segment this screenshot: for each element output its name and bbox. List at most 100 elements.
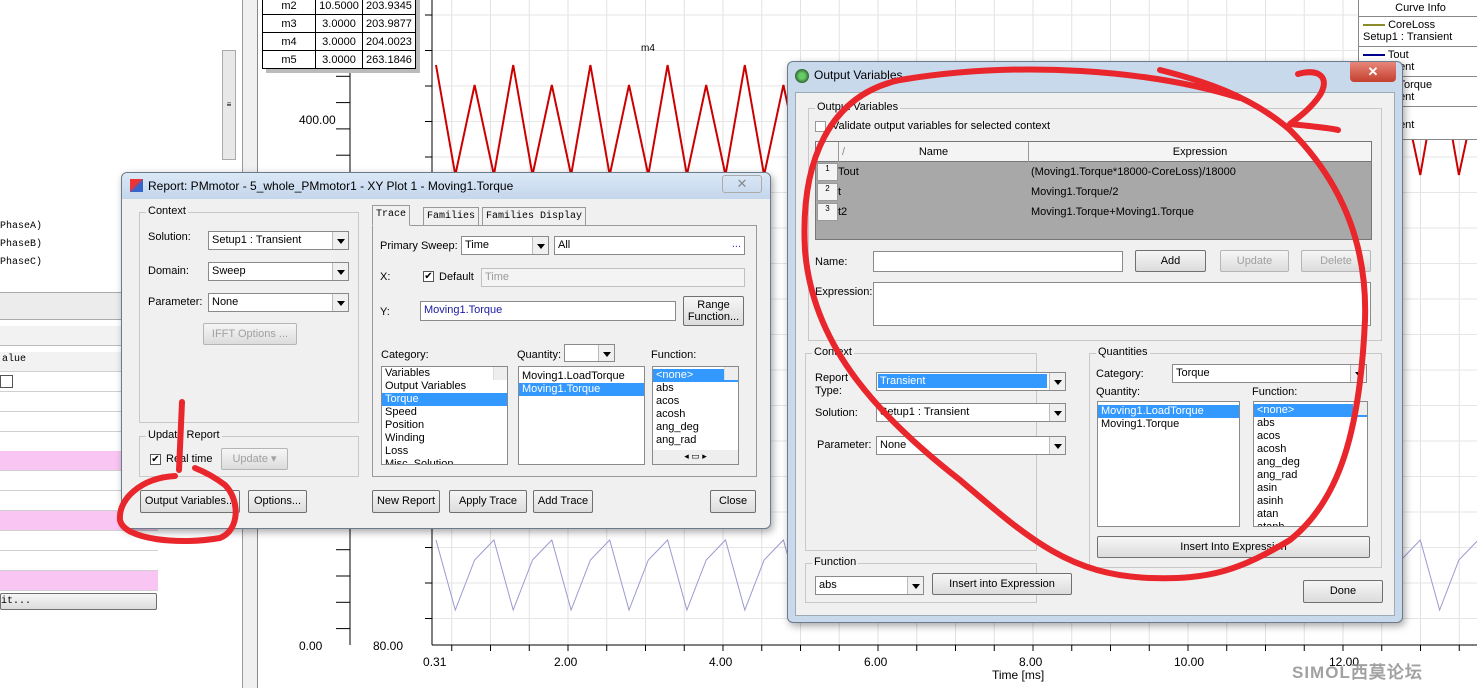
output-title-bar[interactable]: Output Variables ✕ [788, 62, 1402, 90]
horizontal-scrollbar[interactable]: ◂ ▭ ▸ [653, 450, 738, 464]
tab-families-display[interactable]: Families Display [482, 207, 587, 226]
column-expression[interactable]: Expression [1029, 142, 1371, 162]
list-item[interactable]: Moving1.Torque [519, 383, 644, 396]
close-icon[interactable]: ✕ [722, 175, 762, 193]
function-list[interactable]: <none> abs acos acosh ang_deg ang_rad asin asin… [1253, 401, 1368, 527]
list-item[interactable]: asinh [1254, 495, 1367, 508]
tab-trace[interactable]: Trace [372, 205, 411, 226]
done-button[interactable]: Done [1303, 580, 1383, 603]
list-item[interactable]: Winding [382, 432, 507, 445]
marker-row: m2 10.5000 203.9345 [262, 0, 416, 15]
list-item[interactable]: abs [1254, 417, 1367, 430]
list-item[interactable]: acos [653, 395, 738, 408]
report-title-bar[interactable]: Report: PMmotor - 5_whole_PMmotor1 - XY … [122, 173, 770, 199]
marker-row: m4 3.0000 204.0023 [262, 32, 416, 51]
x-tick-label: 10.00 [1174, 655, 1205, 669]
list-item[interactable]: Loss [382, 445, 507, 458]
quantity-list[interactable]: Moving1.LoadTorque Moving1.Torque [518, 366, 645, 465]
new-report-button[interactable]: New Report [372, 490, 440, 513]
list-item[interactable]: asin [1254, 482, 1367, 495]
phase-c: PhaseC) [0, 257, 43, 268]
list-item[interactable]: Speed [382, 406, 507, 419]
chevron-down-icon [598, 345, 614, 361]
ifft-options-button[interactable]: IFFT Options ... [203, 323, 297, 345]
list-item[interactable]: acos [1254, 430, 1367, 443]
ellipsis-button[interactable]: ... [732, 238, 741, 250]
list-item[interactable]: Output Variables [382, 380, 507, 393]
y-field[interactable]: Moving1.Torque [420, 301, 676, 321]
list-item[interactable]: atan [1254, 508, 1367, 521]
column-name[interactable]: Name [839, 142, 1029, 162]
update-button[interactable]: Update [1220, 250, 1289, 272]
report-type-select[interactable]: Transient [876, 372, 1066, 391]
quantity-list[interactable]: Moving1.LoadTorque Moving1.Torque [1097, 401, 1240, 527]
list-item[interactable]: Variables [382, 367, 507, 380]
name-input[interactable] [873, 251, 1123, 272]
list-item[interactable]: atanh [1254, 521, 1367, 526]
list-item[interactable]: Moving1.LoadTorque [1098, 405, 1239, 418]
default-checkbox[interactable]: ✔ [423, 271, 434, 282]
expression-textarea[interactable] [873, 282, 1371, 326]
quantity-label: Quantity: [1096, 386, 1141, 398]
function-select[interactable]: abs [815, 576, 924, 595]
list-item[interactable]: acosh [653, 408, 738, 421]
domain-select[interactable]: Sweep [208, 262, 349, 281]
app-logo-icon [795, 69, 809, 83]
edit-button[interactable]: it... [0, 593, 157, 610]
property-checkbox[interactable] [0, 375, 13, 388]
output-variables-table: / Name Expression 1 Tout (Moving1.Torque*1… [815, 141, 1372, 240]
range-function-button[interactable]: Range Function... [683, 296, 744, 326]
list-item[interactable]: ang_rad [1254, 469, 1367, 482]
list-item[interactable]: acosh [1254, 443, 1367, 456]
add-button[interactable]: Add [1135, 250, 1206, 272]
list-item[interactable]: Moving1.LoadTorque [519, 370, 644, 383]
chevron-down-icon [532, 237, 548, 254]
solution-select[interactable]: Setup1 : Transient [208, 231, 349, 250]
parameter-select[interactable]: None [208, 293, 349, 312]
domain-label: Domain: [148, 265, 189, 277]
sweep-values-field[interactable]: All... [554, 236, 745, 255]
scrollbar[interactable] [1353, 402, 1367, 415]
tab-families[interactable]: Families [423, 207, 480, 226]
realtime-checkbox[interactable]: ✔ [150, 454, 161, 465]
scrollbar[interactable] [724, 367, 738, 380]
legend-entry: CoreLoss Setup1 : Transient [1359, 17, 1477, 47]
table-row[interactable]: 1 Tout (Moving1.Torque*18000-CoreLoss)/180… [816, 162, 1371, 182]
table-row[interactable]: 3 t2 Moving1.Torque+Moving1.Torque [816, 202, 1371, 222]
list-item[interactable]: Moving1.Torque [1098, 418, 1239, 431]
quantity-filter-select[interactable] [564, 344, 615, 362]
table-row[interactable]: 2 t Moving1.Torque/2 [816, 182, 1371, 202]
output-variables-button[interactable]: Output Variables... [140, 490, 240, 513]
list-item[interactable]: ang_deg [653, 421, 738, 434]
scrollbar-thumb[interactable]: ≡ [222, 50, 236, 160]
chevron-down-icon [1049, 373, 1065, 390]
solution-label: Solution: [148, 231, 191, 243]
validate-checkbox[interactable] [815, 121, 826, 132]
category-select[interactable]: Torque [1172, 364, 1367, 383]
list-item[interactable]: ang_deg [1254, 456, 1367, 469]
list-item[interactable]: Torque [382, 393, 507, 406]
category-list[interactable]: Variables Output Variables Torque Speed Posi… [381, 366, 508, 465]
close-button[interactable]: Close [710, 490, 756, 513]
function-list[interactable]: <none> abs acos acosh ang_deg ang_rad ◂ ▭ ▸ [652, 366, 739, 465]
add-trace-button[interactable]: Add Trace [533, 490, 593, 513]
parameter-select[interactable]: None [876, 436, 1066, 455]
insert-into-expression-button[interactable]: Insert Into Expression [1097, 536, 1370, 558]
update-button[interactable]: Update ▾ [221, 448, 288, 470]
options-button[interactable]: Options... [248, 490, 307, 513]
list-item[interactable]: ang_rad [653, 434, 738, 447]
solution-select[interactable]: Setup1 : Transient [876, 403, 1066, 422]
list-item[interactable]: abs [653, 382, 738, 395]
close-icon[interactable]: ✕ [1350, 62, 1396, 82]
scrollbar[interactable] [493, 367, 507, 380]
delete-button[interactable]: Delete [1301, 250, 1371, 272]
x-tick-label: 0.31 [423, 655, 447, 669]
list-item[interactable]: <none> [1254, 404, 1367, 417]
x-field[interactable]: Time [481, 268, 745, 287]
apply-trace-button[interactable]: Apply Trace [449, 490, 527, 513]
marker-row: m5 3.0000 263.1846 [262, 50, 416, 69]
insert-function-button[interactable]: Insert into Expression [932, 573, 1072, 595]
list-item[interactable]: Position [382, 419, 507, 432]
list-item[interactable]: Misc. Solution [382, 458, 507, 464]
primary-sweep-select[interactable]: Time [461, 236, 549, 255]
